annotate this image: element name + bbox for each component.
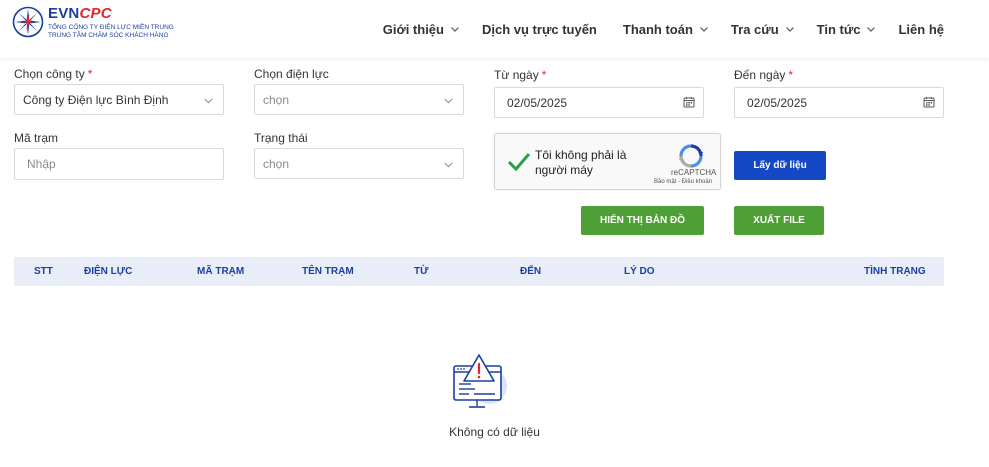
station-label: Mã trạm (14, 131, 59, 145)
nav-item-thanh-toan[interactable]: Thanh toán (623, 22, 709, 37)
no-data-icon (453, 354, 507, 408)
column-header-ten-tram: TÊN TRẠM (302, 266, 354, 277)
nav-label: Tra cứu (730, 21, 779, 37)
column-header-ly-do: LÝ DO (624, 266, 655, 277)
nav-label: Tin tức (816, 21, 861, 37)
evn-logo-icon (12, 6, 44, 38)
column-header-dien-luc: ĐIỆN LỰC (84, 266, 133, 277)
chevron-down-icon (699, 27, 708, 32)
brand-cpc: CPC (79, 5, 112, 22)
chevron-down-icon (204, 98, 213, 104)
table-header: STT ĐIỆN LỰC MÃ TRẠM TÊN TRẠM TỪ ĐẾN LÝ … (14, 257, 944, 286)
from-date-label: Từ ngày * (494, 68, 546, 82)
nav-item-dich-vu-truc-tuyen[interactable]: Dịch vụ trực tuyến (482, 22, 597, 37)
to-date-label: Đến ngày * (734, 68, 793, 82)
site-header: EVNCPC TỔNG CÔNG TY ĐIỆN LỰC MIỀN TRUNG … (0, 0, 989, 58)
status-label: Trạng thái (254, 131, 308, 145)
logo-text: EVNCPC TỔNG CÔNG TY ĐIỆN LỰC MIỀN TRUNG … (48, 6, 174, 40)
evncpc-logo[interactable]: EVNCPC TỔNG CÔNG TY ĐIỆN LỰC MIỀN TRUNG … (12, 6, 174, 40)
calendar-icon (683, 97, 695, 108)
electricity-select[interactable]: chọn (254, 84, 464, 115)
company-select[interactable]: Công ty Điện lực Bình Định (14, 84, 224, 115)
recaptcha-brand: reCAPTCHA (671, 168, 717, 177)
chevron-down-icon (444, 162, 453, 168)
required-marker: * (87, 67, 93, 81)
company-label-text: Chọn công ty (14, 67, 85, 81)
company-select-value: Công ty Điện lực Bình Định (23, 92, 169, 107)
chevron-down-icon (785, 27, 794, 32)
chevron-down-icon (451, 27, 459, 32)
column-header-tinh-trang: TÌNH TRẠNG (864, 266, 926, 277)
calendar-icon (923, 97, 935, 108)
nav-label: Thanh toán (622, 21, 693, 37)
nav-item-lien-he[interactable]: Liên hệ (898, 22, 944, 37)
recaptcha-text: Tôi không phải là người máy (535, 148, 627, 177)
empty-state-text: Không có dữ liệu (449, 425, 540, 439)
nav-item-tin-tuc[interactable]: Tin tức (817, 22, 877, 37)
chevron-down-icon (867, 27, 876, 32)
nav-item-tra-cuu[interactable]: Tra cứu (731, 22, 795, 37)
required-marker: * (788, 68, 794, 82)
status-select-placeholder: chọn (263, 156, 290, 171)
nav-item-gioi-thieu[interactable]: Giới thiệu (383, 22, 460, 37)
recaptcha-logo-icon (679, 144, 703, 168)
nav-label: Dịch vụ trực tuyến (481, 21, 597, 37)
fetch-data-button[interactable]: Lấy dữ liệu (734, 151, 826, 180)
status-select[interactable]: chọn (254, 148, 464, 179)
from-date-value: 02/05/2025 (507, 95, 568, 110)
from-date-label-text: Từ ngày (494, 68, 539, 82)
electricity-label: Chọn điện lực (254, 67, 329, 81)
column-header-den: ĐẾN (520, 266, 542, 277)
logo-brand: EVNCPC (48, 6, 174, 22)
to-date-label-text: Đến ngày (734, 68, 786, 82)
nav-label: Liên hệ (898, 21, 944, 37)
to-date-input[interactable]: 02/05/2025 (734, 87, 944, 118)
to-date-value: 02/05/2025 (747, 95, 808, 110)
show-map-button[interactable]: HIỂN THỊ BẢN ĐỒ (581, 206, 704, 235)
brand-evn: EVN (48, 5, 80, 22)
recaptcha-links[interactable]: Bảo mật - Điều khoản (654, 179, 712, 185)
company-label: Chọn công ty * (14, 67, 92, 81)
checkmark-icon[interactable] (507, 150, 531, 172)
from-date-input[interactable]: 02/05/2025 (494, 87, 704, 118)
logo-subtitle-2: TRUNG TÂM CHĂM SÓC KHÁCH HÀNG (48, 32, 169, 39)
station-input[interactable] (14, 148, 224, 180)
main-nav: Giới thiệu Dịch vụ trực tuyến Thanh toán… (383, 0, 944, 58)
station-text-input[interactable] (27, 157, 215, 171)
export-file-button[interactable]: XUẤT FILE (734, 206, 824, 235)
electricity-select-placeholder: chọn (263, 92, 290, 107)
recaptcha-widget[interactable]: Tôi không phải là người máy reCAPTCHA Bả… (494, 133, 721, 190)
logo-subtitle-1: TỔNG CÔNG TY ĐIỆN LỰC MIỀN TRUNG (48, 24, 174, 31)
column-header-tu: TỪ (414, 266, 429, 277)
column-header-stt: STT (34, 266, 53, 277)
chevron-down-icon (444, 98, 453, 104)
nav-label: Giới thiệu (382, 21, 444, 37)
column-header-ma-tram: MÃ TRẠM (197, 266, 245, 277)
required-marker: * (541, 68, 547, 82)
